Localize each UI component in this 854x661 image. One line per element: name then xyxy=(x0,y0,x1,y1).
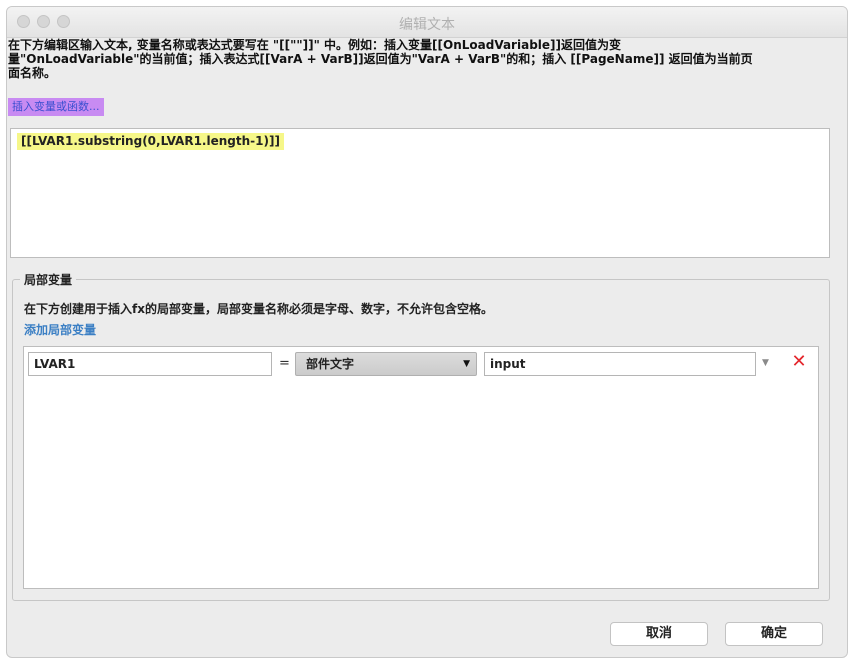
editor-content: [[LVAR1.substring(0,LVAR1.length-1)]] xyxy=(17,133,284,150)
instructions-line-2: 量"OnLoadVariable"的当前值；插入表达式[[VarA + VarB… xyxy=(8,52,753,66)
text-editor[interactable]: [[LVAR1.substring(0,LVAR1.length-1)]] xyxy=(10,128,830,258)
insert-variable-or-function-link[interactable]: 插入变量或函数... xyxy=(8,98,104,116)
local-variables-table xyxy=(23,346,819,589)
instructions-line-1: 在下方编辑区输入文本, 变量名称或表达式要写在 "[[""]]" 中。例如：插入… xyxy=(8,38,621,52)
local-variables-description: 在下方创建用于插入fx的局部变量，局部变量名称必须是字母、数字，不允许包含空格。 xyxy=(24,302,493,316)
window-title: 编辑文本 xyxy=(399,17,455,33)
local-variables-title: 局部变量 xyxy=(20,271,77,288)
add-local-variable-link[interactable]: 添加局部变量 xyxy=(24,321,96,338)
chevron-down-icon: ▼ xyxy=(463,359,470,369)
title-bar: 编辑文本 xyxy=(7,7,847,38)
delete-x-icon[interactable]: ✕ xyxy=(789,352,809,372)
target-dropdown-icon[interactable]: ▼ xyxy=(762,358,769,368)
ok-button[interactable]: 确定 xyxy=(725,622,823,646)
instructions-line-3: 面名称。 xyxy=(8,66,57,80)
variable-name-input[interactable] xyxy=(28,352,272,376)
variable-target-input[interactable] xyxy=(484,352,756,376)
variable-type-select[interactable]: 部件文字 ▼ xyxy=(295,352,477,376)
equals-sign: = xyxy=(279,356,290,371)
variable-type-label: 部件文字 xyxy=(306,357,355,371)
instructions-text: 在下方编辑区输入文本, 变量名称或表达式要写在 "[[""]]" 中。例如：插入… xyxy=(8,38,830,80)
cancel-button[interactable]: 取消 xyxy=(610,622,708,646)
